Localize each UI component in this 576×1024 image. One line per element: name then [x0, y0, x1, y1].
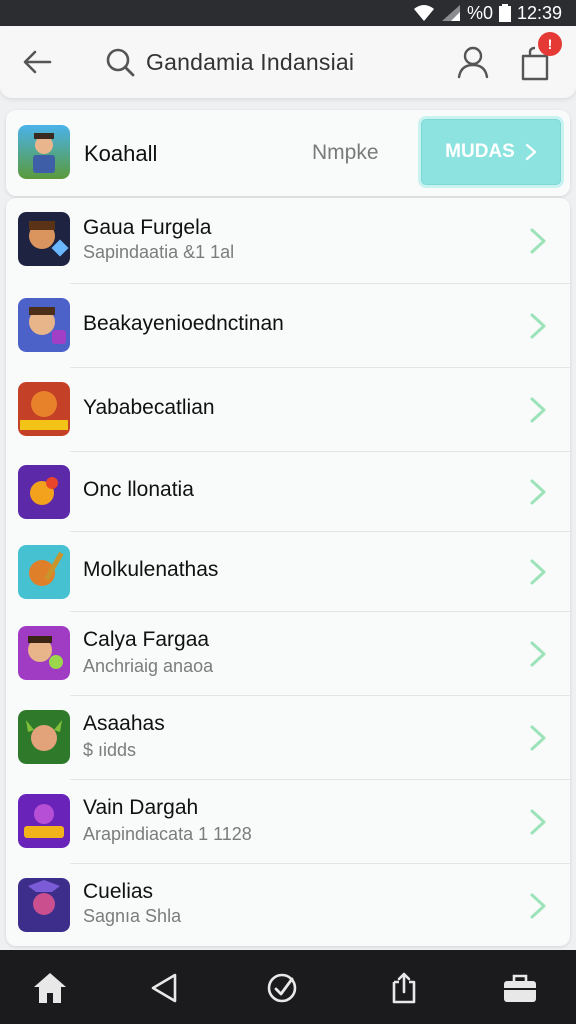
cart-badge: !: [538, 32, 562, 56]
item-title: Vain Dargah: [83, 796, 199, 819]
item-title: Cuelias: [83, 880, 154, 903]
game-thumbnail: [18, 710, 70, 764]
item-title: Calya Fargaa: [83, 628, 210, 651]
game-thumbnail: [18, 626, 70, 680]
list-item[interactable]: Yababecatlian: [6, 368, 570, 452]
item-subtitle: Anchriaig anaoa: [83, 656, 214, 676]
chevron-right-icon: [525, 143, 537, 161]
nav-share-button[interactable]: [386, 970, 422, 1006]
game-thumbnail: [18, 794, 70, 848]
game-thumbnail: [18, 545, 70, 599]
chevron-right-icon: [530, 313, 546, 339]
item-title: Yababecatlian: [83, 396, 215, 419]
item-subtitle: $ ıidds: [83, 740, 137, 760]
item-title: Asaahas: [83, 712, 165, 735]
chevron-right-icon: [530, 725, 546, 751]
item-title: Gaua Furgela: [83, 216, 212, 239]
app-bar: Gandamia Indansiai !: [0, 26, 576, 98]
item-subtitle: Arapindiacata 1 1128: [83, 824, 252, 844]
list-item[interactable]: Cuelias Sagnıa Shla: [6, 864, 570, 946]
back-triangle-icon: [151, 973, 177, 1003]
chevron-right-icon: [530, 397, 546, 423]
item-title: Molkulenathas: [83, 558, 219, 581]
chevron-right-icon: [530, 479, 546, 505]
check-circle-icon: [267, 973, 297, 1003]
featured-title: Koahall: [84, 141, 158, 166]
chevron-right-icon: [530, 559, 546, 585]
featured-meta: Nmpke: [312, 141, 379, 164]
game-thumbnail: [18, 382, 70, 436]
list-item[interactable]: Onc llonatia: [6, 452, 570, 532]
list-item[interactable]: Gaua Furgela Sapindaatia &1 1al: [6, 198, 570, 284]
list-item[interactable]: Vain Dargah Arapindiacata 1 1128: [6, 780, 570, 864]
user-icon[interactable]: [456, 44, 490, 80]
nav-back-button[interactable]: [146, 970, 182, 1006]
status-time: 12:39: [516, 2, 562, 23]
chevron-right-icon: [530, 893, 546, 919]
nav-home-button[interactable]: [32, 970, 68, 1006]
list-item[interactable]: Molkulenathas: [6, 532, 570, 612]
cell-signal-icon: [441, 4, 461, 22]
item-subtitle: Sapindaatia &1 1al: [83, 242, 235, 262]
game-thumbnail: [18, 212, 70, 266]
nav-bag-button[interactable]: [502, 970, 538, 1006]
chevron-right-icon: [530, 641, 546, 667]
game-list: Gaua Furgela Sapindaatia &1 1al Beakayen…: [6, 198, 570, 946]
item-title: Onc llonatia: [83, 478, 194, 501]
item-subtitle: Sagnıa Shla: [83, 906, 182, 926]
battery-percent: %0: [466, 2, 493, 23]
briefcase-icon: [504, 974, 536, 1002]
featured-action-label: MUDAS: [445, 141, 515, 162]
page-title: Gandamia Indansiai: [146, 49, 355, 75]
home-icon: [34, 973, 66, 1003]
battery-icon: [498, 4, 511, 22]
search-icon[interactable]: [104, 46, 136, 78]
share-icon: [392, 972, 416, 1004]
game-thumbnail: [18, 465, 70, 519]
nav-check-button[interactable]: [264, 970, 300, 1006]
game-thumbnail: [18, 298, 70, 352]
arrow-left-icon: [23, 50, 52, 74]
chevron-right-icon: [530, 228, 546, 254]
list-item[interactable]: Beakayenioednctinan: [6, 284, 570, 368]
list-item[interactable]: Calya Fargaa Anchriaig anaoa: [6, 612, 570, 696]
wifi-icon: [413, 4, 435, 22]
featured-action-button[interactable]: MUDAS: [418, 116, 564, 188]
navigation-bar: [0, 950, 576, 1024]
game-thumbnail: [18, 125, 70, 179]
list-item[interactable]: Asaahas $ ıidds: [6, 696, 570, 780]
game-thumbnail: [18, 878, 70, 932]
chevron-right-icon: [530, 809, 546, 835]
item-title: Beakayenioednctinan: [83, 312, 284, 335]
status-bar: %0 12:39: [0, 0, 576, 26]
back-button[interactable]: [18, 44, 56, 80]
featured-card[interactable]: Koahall Nmpke MUDAS: [6, 110, 570, 196]
